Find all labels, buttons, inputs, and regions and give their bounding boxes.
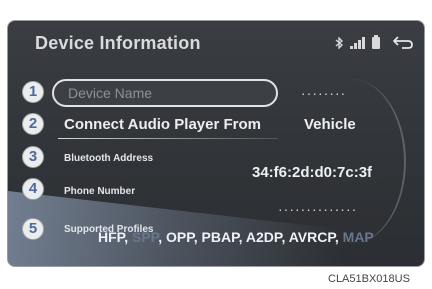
connect-audio-value[interactable]: Vehicle bbox=[304, 116, 356, 133]
supported-profiles-list: HFP, SPP, OPP, PBAP, A2DP, AVRCP, MAP bbox=[98, 229, 374, 245]
device-info-screen: Device Information 1 Device Name ·······… bbox=[7, 20, 425, 267]
profile-a2dp: A2DP bbox=[245, 229, 282, 245]
scroll-arc bbox=[346, 79, 406, 244]
badge-3: 3 bbox=[22, 146, 44, 168]
badge-1: 1 bbox=[22, 81, 44, 103]
bluetooth-address-value: 34:f6:2d:d0:7c:3f bbox=[252, 164, 373, 181]
page-title: Device Information bbox=[35, 33, 201, 53]
device-name-field[interactable]: Device Name bbox=[52, 79, 278, 107]
device-name-value: ········ bbox=[301, 85, 347, 101]
profile-pbap: PBAP bbox=[201, 229, 239, 245]
profile-sep: , bbox=[124, 229, 132, 245]
status-bar bbox=[334, 35, 414, 54]
profile-avrcp: AVRCP bbox=[288, 229, 335, 245]
profile-spp: SPP bbox=[131, 229, 159, 245]
bluetooth-address-label: Bluetooth Address bbox=[64, 153, 154, 164]
profile-sep: , bbox=[334, 229, 343, 245]
phone-number-value: ·············· bbox=[278, 201, 358, 217]
badge-4: 4 bbox=[22, 178, 44, 200]
signal-icon bbox=[350, 36, 366, 54]
profile-sep: , bbox=[158, 229, 166, 245]
phone-number-label: Phone Number bbox=[64, 186, 136, 197]
battery-icon bbox=[372, 35, 380, 54]
profile-sep: , bbox=[193, 229, 202, 245]
back-arrow-icon[interactable] bbox=[392, 35, 414, 54]
badge-5: 5 bbox=[22, 218, 44, 240]
connect-audio-label[interactable]: Connect Audio Player From bbox=[64, 116, 261, 133]
profile-map: MAP bbox=[342, 229, 374, 245]
row-divider bbox=[58, 138, 278, 139]
bluetooth-icon bbox=[334, 35, 344, 54]
figure-caption: CLA51BX018US bbox=[328, 273, 410, 285]
profile-opp: OPP bbox=[165, 229, 194, 245]
profile-sep: , bbox=[281, 229, 289, 245]
profile-hfp: HFP bbox=[98, 229, 125, 245]
profile-sep: , bbox=[238, 229, 246, 245]
badge-2: 2 bbox=[22, 113, 44, 135]
